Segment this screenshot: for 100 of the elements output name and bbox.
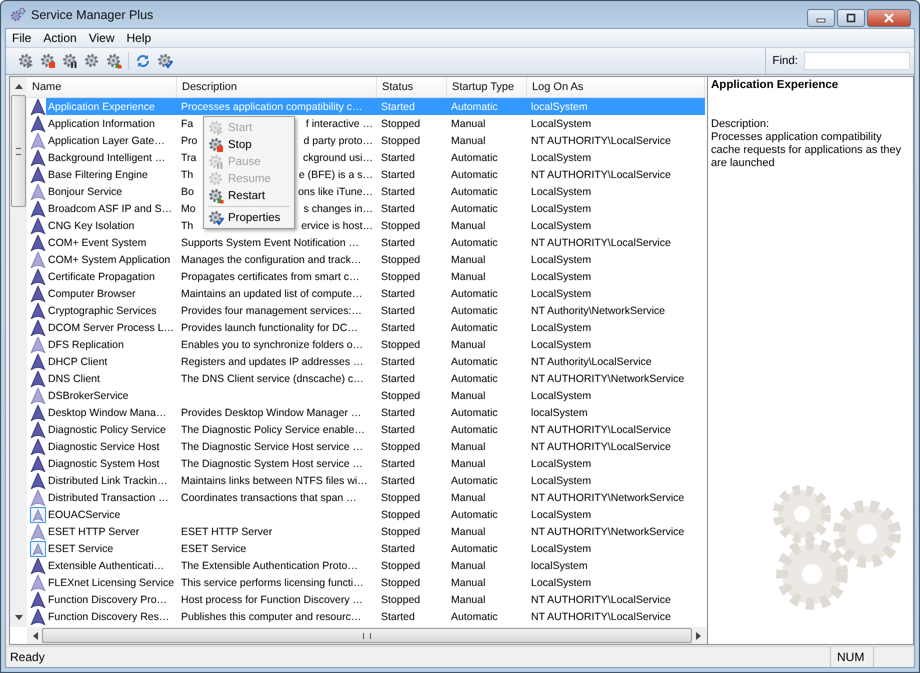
status-text: Stopped <box>381 508 420 520</box>
scrollbar-thumb[interactable] <box>11 95 26 207</box>
name-cell[interactable]: Distributed Transaction … <box>27 489 177 506</box>
description-text: The DNS Client service (dnscache) c… <box>181 372 364 384</box>
service-icon <box>30 252 46 268</box>
name-cell[interactable]: DFS Replication <box>27 336 177 353</box>
name-cell[interactable]: COM+ Event System <box>27 234 177 251</box>
name-cell[interactable]: Application Information <box>27 115 177 132</box>
log-on-as-text: LocalSystem <box>531 338 592 350</box>
service-name: Diagnostic Policy Service <box>48 424 166 436</box>
name-cell[interactable]: Cryptographic Services <box>27 302 177 319</box>
name-cell[interactable]: FLEXnet Licensing Service <box>27 574 177 591</box>
log-on-as-text: LocalSystem <box>531 390 592 402</box>
startup-type-text: Automatic <box>451 406 498 418</box>
startup-type-text: Automatic <box>451 372 498 384</box>
service-icon <box>30 132 46 148</box>
service-name: DSBrokerService <box>48 390 129 402</box>
service-name: Broadcom ASF IP and S… <box>48 202 172 214</box>
menu-item[interactable]: Help <box>120 29 158 47</box>
close-button[interactable] <box>867 9 911 27</box>
log-on-as-text: LocalSystem <box>531 186 592 198</box>
column-header[interactable]: Log On As <box>527 77 705 97</box>
name-cell[interactable]: Certificate Propagation <box>27 268 177 285</box>
startup-type-text: Manual <box>451 526 486 538</box>
column-header[interactable]: Description <box>177 77 377 97</box>
name-cell[interactable]: Background Intelligent … <box>27 149 177 166</box>
name-cell[interactable]: DCOM Server Process L… <box>27 319 177 336</box>
status-text: Started <box>381 322 415 334</box>
menu-item[interactable]: Properties <box>206 209 292 226</box>
startup-type-text: Manual <box>451 492 486 504</box>
service-name: Distributed Transaction … <box>48 492 169 504</box>
description-text: Supports System Event Notification … <box>181 236 359 248</box>
name-cell[interactable]: DSBrokerService <box>27 387 177 404</box>
name-cell[interactable]: Base Filtering Engine <box>27 166 177 183</box>
name-cell[interactable]: Broadcom ASF IP and S… <box>27 200 177 217</box>
name-cell[interactable]: Distributed Link Trackin… <box>27 472 177 489</box>
column-header[interactable]: Status <box>377 77 447 97</box>
find-field[interactable] <box>804 52 910 70</box>
column-header[interactable]: Name <box>27 77 177 97</box>
maximize-button[interactable] <box>837 9 865 27</box>
name-cell[interactable]: ESET HTTP Server <box>27 523 177 540</box>
name-cell[interactable]: Extensible Authenticati… <box>27 557 177 574</box>
name-cell[interactable]: ESET Service <box>27 540 177 557</box>
status-text: Stopped <box>381 576 420 588</box>
name-cell[interactable]: EOUACService <box>27 506 177 523</box>
description-text: ckground usi… <box>302 152 373 164</box>
description-text: ervice is host… <box>301 220 373 232</box>
column-header[interactable]: Startup Type <box>447 77 527 97</box>
service-icon <box>30 166 46 182</box>
service-name: Distributed Link Trackin… <box>48 474 168 486</box>
gear-pause-icon <box>208 154 224 170</box>
description-text: Provides Desktop Window Manager … <box>181 406 362 418</box>
toolbar-button[interactable] <box>155 51 175 71</box>
menu-item[interactable]: View <box>82 29 120 47</box>
service-icon <box>30 336 46 352</box>
vertical-scrollbar[interactable] <box>10 77 27 627</box>
menu-item[interactable]: Restart <box>206 187 292 204</box>
description-text: Bo <box>181 186 194 198</box>
name-cell[interactable]: Application Layer Gate… <box>27 132 177 149</box>
startup-type-text: Automatic <box>451 152 498 164</box>
name-cell[interactable]: CNG Key Isolation <box>27 217 177 234</box>
scrollbar-thumb[interactable] <box>42 628 692 643</box>
description-text: Fa <box>181 118 194 130</box>
service-name: ESET HTTP Server <box>48 526 140 538</box>
menu-item[interactable]: Stop <box>206 136 292 153</box>
minimize-button[interactable] <box>807 9 835 27</box>
name-cell[interactable]: Function Discovery Res… <box>27 608 177 625</box>
gear-restart-icon <box>208 188 224 204</box>
gear-pause-icon <box>62 53 78 69</box>
description-text: Enables you to synchronize folders o… <box>181 338 364 350</box>
description-text: Maintains an updated list of compute… <box>181 288 363 300</box>
menu-item[interactable]: File <box>6 29 38 47</box>
horizontal-scrollbar[interactable] <box>27 627 707 644</box>
log-on-as-text: LocalSystem <box>531 474 592 486</box>
log-on-as-text: NT Authority\LocalService <box>531 356 652 368</box>
status-text: Stopped <box>381 118 420 130</box>
status-text: Started <box>381 202 415 214</box>
service-icon <box>30 286 46 302</box>
name-cell[interactable]: Bonjour Service <box>27 183 177 200</box>
description-text: ESET Service <box>181 542 246 554</box>
startup-type-text: Manual <box>451 220 486 232</box>
log-on-as-text: LocalSystem <box>531 322 592 334</box>
name-cell[interactable]: COM+ System Application <box>27 251 177 268</box>
name-cell[interactable]: Diagnostic System Host <box>27 455 177 472</box>
menu-item[interactable]: Action <box>37 29 83 47</box>
name-cell[interactable]: DHCP Client <box>27 353 177 370</box>
description-text: The Diagnostic Policy Service enable… <box>181 424 365 436</box>
description-text: Manages the configuration and track… <box>181 254 362 266</box>
name-cell[interactable]: Diagnostic Service Host <box>27 438 177 455</box>
gear-check-icon <box>157 53 173 69</box>
name-cell[interactable]: Desktop Window Mana… <box>27 404 177 421</box>
gear-icon <box>84 53 100 69</box>
service-name: Function Discovery Res… <box>48 610 170 622</box>
gear-check-icon <box>208 210 224 226</box>
name-cell[interactable]: Diagnostic Policy Service <box>27 421 177 438</box>
startup-type-text: Automatic <box>451 236 498 248</box>
name-cell[interactable]: Computer Browser <box>27 285 177 302</box>
service-name: Certificate Propagation <box>48 270 155 282</box>
name-cell[interactable]: Function Discovery Pro… <box>27 591 177 608</box>
name-cell[interactable]: DNS Client <box>27 370 177 387</box>
